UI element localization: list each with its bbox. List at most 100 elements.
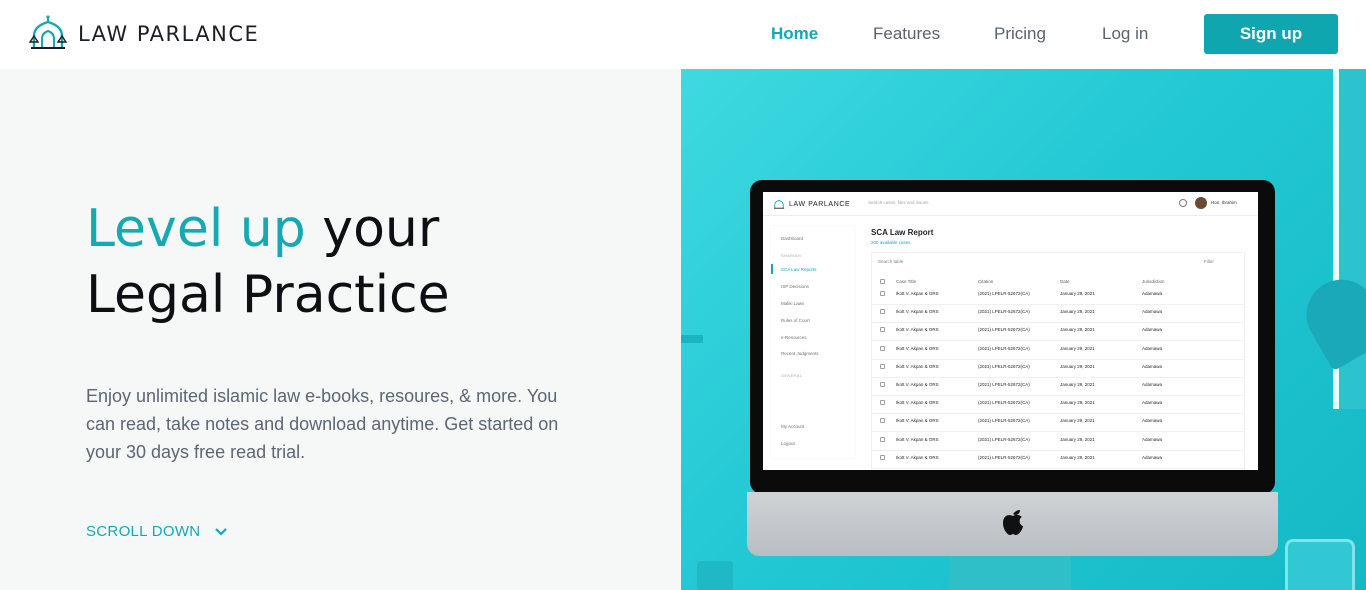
cell-citation: (2021) LPELR-52672(CA) bbox=[978, 363, 1030, 369]
cell-case-title: Ikott V. Akpan & ORS bbox=[896, 454, 939, 460]
select-all-checkbox[interactable] bbox=[880, 279, 885, 284]
cell-case-title: Ikott V. Akpan & ORS bbox=[896, 436, 939, 442]
row-checkbox[interactable] bbox=[880, 363, 885, 369]
cell-case-title: Ikott V. Akpan & ORS bbox=[896, 382, 939, 387]
cell-date: January 29, 2021 bbox=[1060, 436, 1095, 442]
nav-login[interactable]: Log in bbox=[1102, 24, 1148, 44]
headline-line-1: Level up your bbox=[86, 196, 450, 262]
screen-page-title: SCA Law Report bbox=[871, 228, 934, 237]
screen-user-name: Hon. Ibrahim bbox=[1211, 200, 1237, 205]
sidebar-item-rules-of-court[interactable]: Rules of Court bbox=[781, 318, 810, 323]
cell-case-title: Ikott V. Akpan & ORS bbox=[896, 309, 939, 315]
cell-citation: (2021) LPELR-52672(CA) bbox=[978, 327, 1030, 333]
cases-table: Search table Filter Case Title Citation … bbox=[871, 252, 1245, 470]
row-checkbox[interactable] bbox=[880, 436, 885, 442]
cell-citation: (2021) LPELR-52672(CA) bbox=[978, 436, 1030, 442]
brand-logo[interactable]: LAW PARLANCE bbox=[28, 14, 259, 54]
table-row[interactable]: Ikott V. Akpan & ORS (2021) LPELR-52672(C… bbox=[872, 360, 1244, 378]
apple-logo-icon bbox=[1003, 510, 1023, 535]
cell-jurisdiction: Adamawa bbox=[1142, 345, 1163, 351]
cell-jurisdiction: Adamawa bbox=[1142, 291, 1163, 296]
screen-page-subtitle: 200 available cases bbox=[871, 240, 911, 245]
nav-home[interactable]: Home bbox=[771, 24, 818, 44]
headline-rest: your bbox=[322, 199, 440, 259]
screen-search-input[interactable]: Search cases, files and issues bbox=[868, 200, 929, 205]
cell-citation: (2021) LPELR-52672(CA) bbox=[978, 291, 1030, 296]
brand-name: LAW PARLANCE bbox=[78, 22, 260, 46]
cell-date: January 29, 2021 bbox=[1060, 382, 1095, 387]
cell-case-title: Ikott V. Akpan & ORS bbox=[896, 345, 939, 351]
col-citation: Citation bbox=[978, 279, 994, 284]
table-row[interactable]: Ikott V. Akpan & ORS (2021) LPELR-52672(C… bbox=[872, 451, 1244, 469]
signup-button[interactable]: Sign up bbox=[1204, 14, 1338, 54]
col-case-title: Case Title bbox=[896, 279, 917, 284]
sidebar-item-maliki-laws[interactable]: Maliki Laws bbox=[781, 301, 804, 306]
table-row[interactable]: Ikott V. Akpan & ORS (2021) LPELR-52672(C… bbox=[872, 323, 1244, 342]
sidebar-section-sharia: SHARIAH bbox=[781, 253, 801, 258]
headline-line-2: Legal Practice bbox=[86, 265, 450, 325]
cell-citation: (2021) LPELR-52672(CA) bbox=[978, 400, 1030, 406]
scroll-down-label: SCROLL DOWN bbox=[86, 523, 201, 540]
cell-jurisdiction: Adamawa bbox=[1142, 436, 1163, 442]
cell-jurisdiction: Adamawa bbox=[1142, 327, 1163, 333]
row-checkbox[interactable] bbox=[880, 400, 885, 406]
cell-jurisdiction: Adamawa bbox=[1142, 363, 1163, 369]
table-row[interactable]: Ikott V. Akpan & ORS (2021) LPELR-52672(C… bbox=[872, 433, 1244, 451]
row-checkbox[interactable] bbox=[880, 382, 885, 387]
screen-brand: LAW PARLANCE bbox=[773, 198, 850, 210]
row-checkbox[interactable] bbox=[880, 454, 885, 460]
sidebar-item-dashboard[interactable]: Dashboard bbox=[781, 236, 803, 241]
sidebar-item-recent-judgments[interactable]: Recent Judgments bbox=[781, 351, 819, 356]
cell-case-title: Ikott V. Akpan & ORS bbox=[896, 418, 939, 424]
desktop-monitor: LAW PARLANCE Search cases, files and iss… bbox=[747, 180, 1278, 556]
sidebar-item-my-account[interactable]: My Account bbox=[781, 424, 804, 429]
shelf-decoration bbox=[681, 335, 703, 343]
sidebar-item-isp-decisions[interactable]: ISP Decisions bbox=[781, 284, 809, 289]
mosque-scales-logo-icon bbox=[28, 15, 68, 49]
row-checkbox[interactable] bbox=[880, 291, 885, 296]
active-indicator bbox=[771, 264, 773, 274]
cell-citation: (2021) LPELR-52672(CA) bbox=[978, 382, 1030, 387]
table-row[interactable]: Ikott V. Akpan & ORS (2021) LPELR-52672(C… bbox=[872, 305, 1244, 324]
hero-description: Enjoy unlimited islamic law e-books, res… bbox=[86, 386, 559, 462]
row-checkbox[interactable] bbox=[880, 327, 885, 333]
cell-jurisdiction: Adamawa bbox=[1142, 382, 1163, 387]
row-checkbox[interactable] bbox=[880, 309, 885, 315]
cup-decoration bbox=[1285, 539, 1355, 590]
cell-date: January 29, 2021 bbox=[1060, 327, 1095, 333]
cell-jurisdiction: Adamawa bbox=[1142, 400, 1163, 406]
cell-citation: (2021) LPELR-52672(CA) bbox=[978, 418, 1030, 424]
clock-icon bbox=[1179, 199, 1187, 207]
cell-citation: (2021) LPELR-52672(CA) bbox=[978, 454, 1030, 460]
nav-pricing[interactable]: Pricing bbox=[994, 24, 1046, 44]
table-header: Case Title Citation Date Jurisdiction bbox=[872, 275, 1244, 287]
cell-date: January 29, 2021 bbox=[1060, 345, 1095, 351]
sidebar-item-sca-law-reports[interactable]: SCA Law Reports bbox=[781, 267, 817, 272]
table-row[interactable]: Ikott V. Akpan & ORS (2021) LPELR-52672(C… bbox=[872, 396, 1244, 415]
chevron-down-icon bbox=[215, 527, 228, 536]
cell-date: January 29, 2021 bbox=[1060, 454, 1095, 460]
sidebar-item-logout[interactable]: Logout bbox=[781, 441, 795, 446]
cell-citation: (2021) LPELR-52672(CA) bbox=[978, 309, 1030, 315]
scroll-down-link[interactable]: SCROLL DOWN bbox=[86, 523, 228, 540]
cell-case-title: Ikott V. Akpan & ORS bbox=[896, 291, 939, 296]
nav-features[interactable]: Features bbox=[873, 24, 940, 44]
row-checkbox[interactable] bbox=[880, 345, 885, 351]
hero-image-panel: LAW PARLANCE Search cases, files and iss… bbox=[681, 69, 1366, 590]
table-filter-button[interactable]: Filter bbox=[1204, 259, 1214, 264]
mini-logo-icon bbox=[773, 199, 785, 209]
table-row[interactable]: Ikott V. Akpan & ORS (2021) LPELR-52672(C… bbox=[872, 414, 1244, 433]
table-row[interactable]: Ikott V. Akpan & ORS (2021) LPELR-52672(C… bbox=[872, 378, 1244, 396]
monitor-screen: LAW PARLANCE Search cases, files and iss… bbox=[763, 192, 1258, 470]
cell-case-title: Ikott V. Akpan & ORS bbox=[896, 400, 939, 406]
table-row[interactable]: Ikott V. Akpan & ORS (2021) LPELR-52672(C… bbox=[872, 287, 1244, 305]
row-checkbox[interactable] bbox=[880, 418, 885, 424]
headline-highlight: Level up bbox=[86, 199, 306, 259]
table-row[interactable]: Ikott V. Akpan & ORS (2021) LPELR-52672(C… bbox=[872, 342, 1244, 360]
sidebar-item-e-resources[interactable]: e-Resources bbox=[781, 335, 807, 340]
table-search-input[interactable]: Search table bbox=[878, 259, 903, 264]
screen-topbar: LAW PARLANCE Search cases, files and iss… bbox=[763, 192, 1258, 216]
hero-text-panel: Level up your Legal Practice Enjoy unlim… bbox=[0, 69, 681, 590]
screen-brand-name: LAW PARLANCE bbox=[789, 200, 851, 208]
cell-case-title: Ikott V. Akpan & ORS bbox=[896, 363, 939, 369]
